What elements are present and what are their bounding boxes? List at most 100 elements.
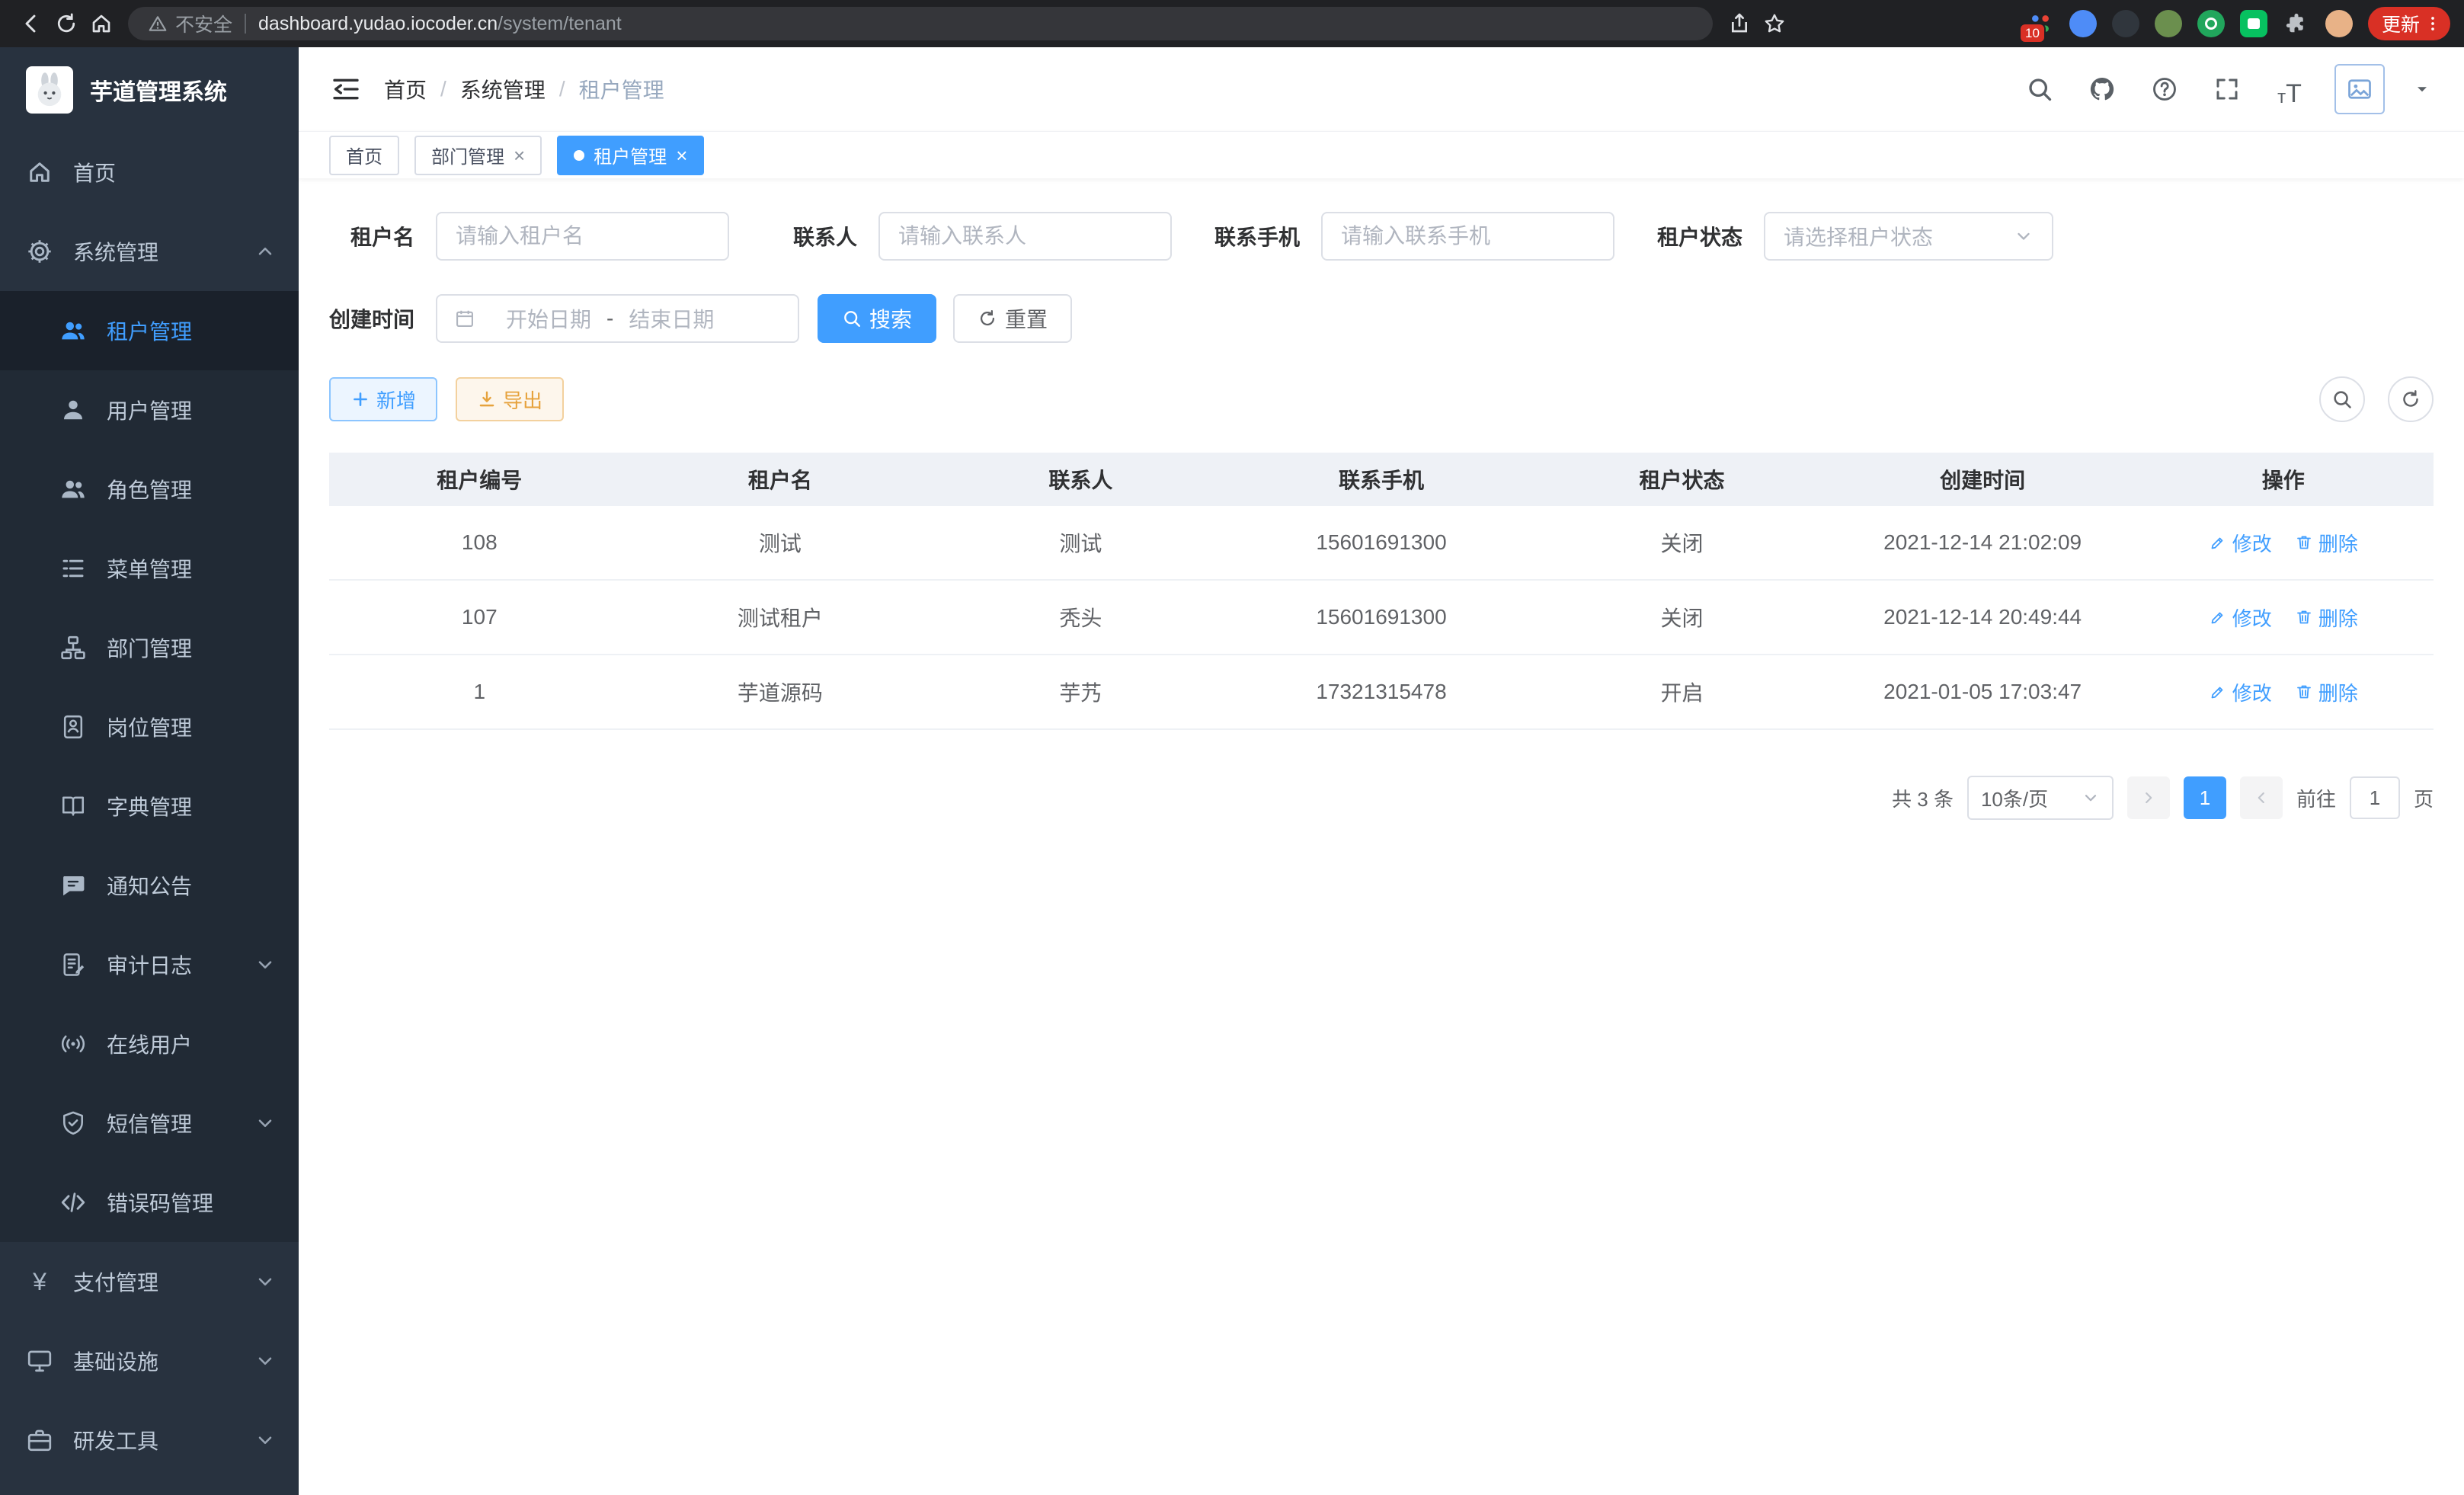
edit-button[interactable]: 修改 (2209, 603, 2272, 632)
github-button[interactable] (2085, 72, 2120, 107)
browser-back-button[interactable] (14, 6, 49, 41)
reload-icon (54, 11, 78, 36)
broken-image-icon (2346, 75, 2373, 103)
refresh-icon (978, 309, 997, 328)
font-size-button[interactable]: тT (2272, 72, 2307, 107)
app-logo[interactable]: 芋道管理系统 (0, 47, 299, 133)
extension-icon-apps[interactable]: 10 (2027, 10, 2054, 37)
sidebar-item-dev-tools[interactable]: 研发工具 (0, 1401, 299, 1480)
tenant-status: 开启 (1531, 677, 1832, 707)
sidebar-item-audit-log[interactable]: 审计日志 (0, 925, 299, 1004)
tenant-name: 测试租户 (630, 602, 931, 632)
share-icon (1727, 11, 1752, 36)
search-icon (842, 309, 862, 328)
tab-tenant-management[interactable]: 租户管理 × (557, 136, 704, 175)
sidebar-item-post-management[interactable]: 岗位管理 (0, 687, 299, 767)
tenant-contact: 秃头 (930, 602, 1231, 632)
page-number-button[interactable]: 1 (2184, 776, 2226, 819)
browser-reload-button[interactable] (49, 6, 84, 41)
sidebar-item-notice[interactable]: 通知公告 (0, 846, 299, 925)
column-header: 租户名 (630, 464, 931, 495)
tenant-id: 108 (329, 530, 630, 555)
reset-button[interactable]: 重置 (953, 294, 1072, 343)
extension-icon-blue[interactable] (2069, 10, 2097, 37)
row-actions: 修改 删除 (2133, 603, 2434, 632)
extension-icon-olive[interactable] (2155, 10, 2182, 37)
sidebar-item-payment[interactable]: ¥ 支付管理 (0, 1242, 299, 1321)
extension-icon-dark[interactable] (2112, 10, 2139, 37)
goto-page-input[interactable] (2350, 776, 2400, 819)
toggle-search-button[interactable] (2319, 376, 2365, 422)
breadcrumb-separator: / (559, 77, 565, 101)
avatar-menu-button[interactable] (2412, 78, 2435, 101)
address-bar[interactable]: 不安全 dashboard.yudao.iocoder.cn /system/t… (128, 7, 1713, 40)
status-select[interactable]: 请选择租户状态 (1764, 212, 2053, 261)
extension-icon-avatar[interactable] (2325, 10, 2353, 37)
home-icon (26, 158, 53, 186)
tab-dept-management[interactable]: 部门管理 × (414, 136, 542, 175)
edit-icon (2209, 608, 2227, 626)
delete-button[interactable]: 删除 (2295, 529, 2358, 557)
chevron-down-icon (2082, 789, 2100, 807)
browser-update-button[interactable]: 更新 (2368, 7, 2450, 40)
avatar[interactable] (2334, 64, 2385, 114)
sidebar-item-role-management[interactable]: 角色管理 (0, 450, 299, 529)
sidebar-item-error-code[interactable]: 错误码管理 (0, 1163, 299, 1242)
question-icon (2151, 75, 2178, 103)
phone-input[interactable] (1321, 212, 1614, 261)
header-actions: тT (2022, 64, 2435, 114)
edit-icon (2209, 683, 2227, 701)
extensions-puzzle-icon[interactable] (2283, 10, 2310, 37)
delete-button[interactable]: 删除 (2295, 678, 2358, 706)
table-toolbar: 新增 导出 (329, 376, 2434, 422)
fullscreen-button[interactable] (2210, 72, 2245, 107)
sidebar-item-infrastructure[interactable]: 基础设施 (0, 1321, 299, 1401)
table-row: 1 芋道源码 芋艿 17321315478 开启 2021-01-05 17:0… (329, 655, 2434, 730)
tenant-name-input[interactable] (436, 212, 729, 261)
sidebar-item-user-management[interactable]: 用户管理 (0, 370, 299, 450)
next-page-button[interactable] (2240, 776, 2283, 819)
bookmark-star-button[interactable] (1757, 6, 1792, 41)
fold-icon (331, 74, 361, 104)
sidebar-item-menu-management[interactable]: 菜单管理 (0, 529, 299, 608)
sidebar-item-system-management[interactable]: 系统管理 (0, 212, 299, 291)
sidebar-item-home[interactable]: 首页 (0, 133, 299, 212)
help-button[interactable] (2147, 72, 2182, 107)
refresh-table-button[interactable] (2388, 376, 2434, 422)
toolbox-icon (26, 1426, 53, 1454)
edit-button[interactable]: 修改 (2209, 529, 2272, 557)
sidebar-item-dict-management[interactable]: 字典管理 (0, 767, 299, 846)
breadcrumb-home[interactable]: 首页 (384, 74, 427, 104)
sidebar-item-sms-management[interactable]: 短信管理 (0, 1084, 299, 1163)
delete-button[interactable]: 删除 (2295, 603, 2358, 632)
export-button[interactable]: 导出 (456, 377, 564, 421)
sidebar-toggle-button[interactable] (328, 71, 364, 107)
share-button[interactable] (1722, 6, 1757, 41)
sidebar-item-tenant-management[interactable]: 租户管理 (0, 291, 299, 370)
header-search-button[interactable] (2022, 72, 2057, 107)
add-button[interactable]: 新增 (329, 377, 437, 421)
close-icon[interactable]: × (514, 146, 525, 165)
security-label: 不安全 (175, 10, 232, 37)
contact-input[interactable] (878, 212, 1172, 261)
search-button[interactable]: 搜索 (818, 294, 936, 343)
browser-home-button[interactable] (84, 6, 119, 41)
calendar-icon (454, 308, 475, 329)
edit-button[interactable]: 修改 (2209, 678, 2272, 706)
breadcrumb-system[interactable]: 系统管理 (460, 74, 546, 104)
extension-icon-chat[interactable] (2240, 10, 2267, 37)
pagination: 共 3 条 10条/页 1 前往 页 (329, 776, 2434, 850)
tab-home[interactable]: 首页 (329, 136, 399, 175)
extension-icon-green[interactable] (2197, 10, 2225, 37)
date-range-picker[interactable]: 开始日期 - 结束日期 (436, 294, 799, 343)
tenant-name-label: 租户名 (329, 221, 414, 251)
sidebar-item-dept-management[interactable]: 部门管理 (0, 608, 299, 687)
close-icon[interactable]: × (676, 146, 687, 165)
sidebar-item-online-users[interactable]: 在线用户 (0, 1004, 299, 1084)
table-row: 108 测试 测试 15601691300 关闭 2021-12-14 21:0… (329, 506, 2434, 581)
right-toolbar (2319, 376, 2434, 422)
prev-page-button[interactable] (2127, 776, 2170, 819)
app-title: 芋道管理系统 (90, 73, 227, 107)
tenant-id: 1 (329, 680, 630, 704)
page-size-select[interactable]: 10条/页 (1967, 776, 2114, 820)
